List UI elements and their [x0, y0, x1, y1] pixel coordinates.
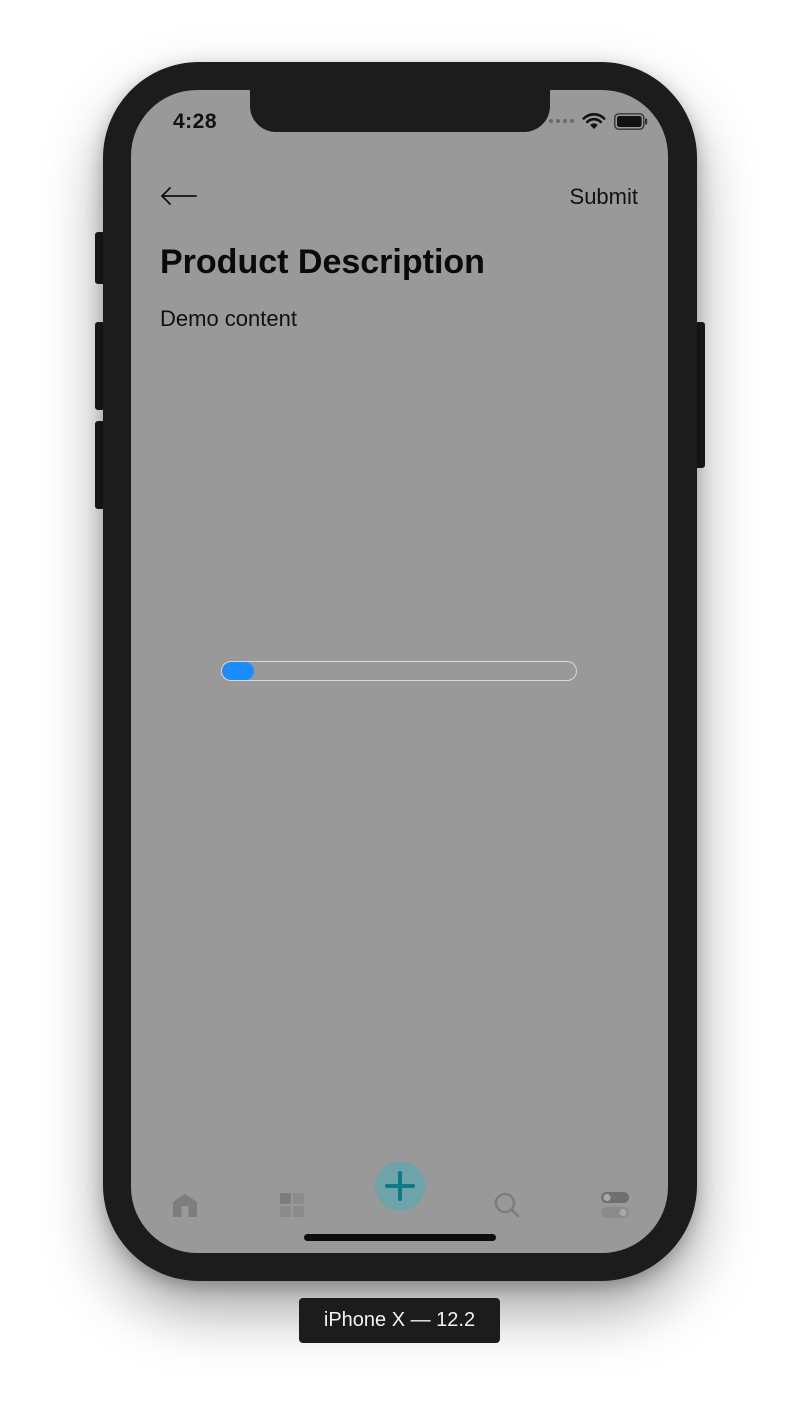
grid-icon	[280, 1193, 304, 1217]
add-button[interactable]	[375, 1161, 425, 1211]
home-icon	[173, 1194, 197, 1217]
phone-screen: 4:28 Submit Product Description Demo con…	[131, 90, 668, 1253]
tab-home[interactable]	[165, 1185, 205, 1225]
simulator-stage: 4:28 Submit Product Description Demo con…	[0, 0, 800, 1401]
wifi-icon	[582, 113, 606, 129]
arrow-left-icon	[161, 187, 197, 205]
plus-icon	[385, 1171, 415, 1201]
battery-icon	[614, 112, 648, 130]
submit-button[interactable]: Submit	[570, 184, 638, 210]
signal-dots-icon	[549, 119, 574, 123]
back-button[interactable]	[159, 183, 203, 213]
tab-search[interactable]	[487, 1185, 527, 1225]
status-time: 4:28	[173, 110, 218, 133]
status-icons	[549, 112, 648, 130]
notch	[250, 90, 550, 132]
device-label: iPhone X — 12.2	[299, 1298, 500, 1343]
search-icon	[494, 1192, 520, 1218]
tab-settings[interactable]	[595, 1185, 635, 1225]
page-title: Product Description	[160, 243, 485, 281]
home-indicator[interactable]	[304, 1234, 496, 1241]
toggle-icon	[601, 1192, 629, 1218]
progress-bar-fill	[222, 662, 254, 680]
progress-bar	[221, 661, 577, 681]
page-body-text: Demo content	[160, 306, 297, 331]
tab-grid[interactable]	[272, 1185, 312, 1225]
